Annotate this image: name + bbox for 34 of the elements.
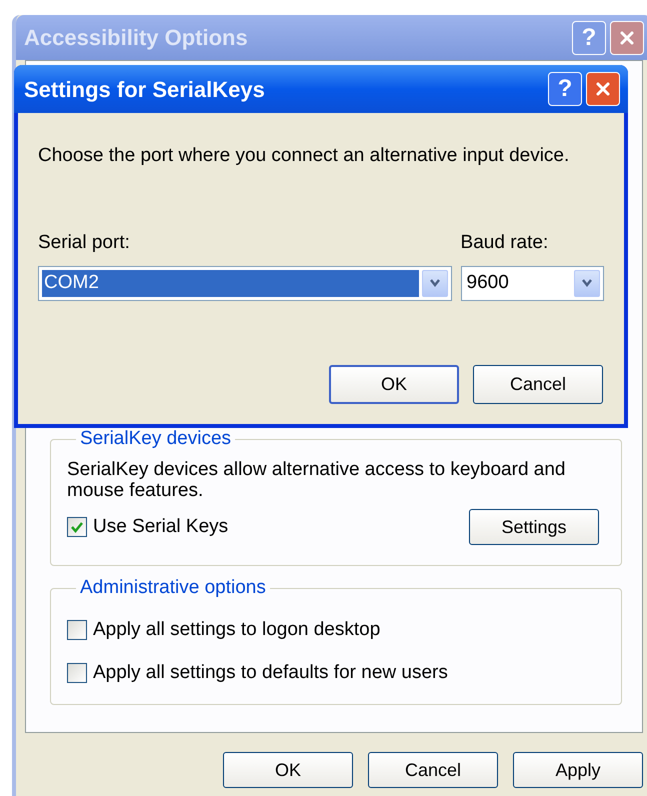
dropdown-button[interactable] <box>574 270 600 296</box>
button[interactable]: OK <box>223 752 353 788</box>
dropdown-button[interactable] <box>422 270 448 296</box>
instruction-text: Choose the port where you connect an alternative input device. <box>38 145 570 166</box>
checkbox-label: Apply all settings to logon desktop <box>93 618 380 642</box>
field-label: Serial port: <box>38 231 131 255</box>
checkbox-label: Apply all settings to defaults for new users <box>93 660 448 684</box>
checkbox[interactable] <box>67 662 87 683</box>
dropdown-value: COM2 <box>42 270 419 296</box>
window-title: Accessibility Options <box>24 24 249 52</box>
description-text: SerialKey devices allow alternative access to keyboard and mouse features. <box>67 459 566 501</box>
dropdown-field[interactable]: COM2 <box>38 266 452 300</box>
group-label: SerialKey devices <box>79 429 232 449</box>
button[interactable]: Cancel <box>368 752 498 788</box>
checkbox[interactable] <box>67 620 87 640</box>
dropdown-field[interactable]: 9600 <box>460 266 604 300</box>
window-title: Settings for SerialKeys <box>24 76 266 104</box>
button[interactable]: Settings <box>469 509 599 545</box>
checkbox-label: Use Serial Keys <box>93 514 228 539</box>
button[interactable]: OK <box>329 364 459 404</box>
button[interactable]: Apply <box>513 752 643 788</box>
help-button[interactable]: ? <box>548 72 582 106</box>
checkbox[interactable] <box>67 517 87 537</box>
chevron-down-icon <box>428 278 441 288</box>
close-icon <box>595 81 611 97</box>
close-button[interactable] <box>610 20 644 54</box>
chevron-down-icon <box>581 278 593 288</box>
close-icon <box>619 30 635 46</box>
group-label: Administrative options <box>79 578 267 598</box>
button[interactable]: Cancel <box>473 364 603 404</box>
dropdown-value: 9600 <box>466 270 510 295</box>
check-icon <box>70 520 84 534</box>
field-label: Baud rate: <box>460 231 550 255</box>
close-button[interactable] <box>586 72 620 106</box>
